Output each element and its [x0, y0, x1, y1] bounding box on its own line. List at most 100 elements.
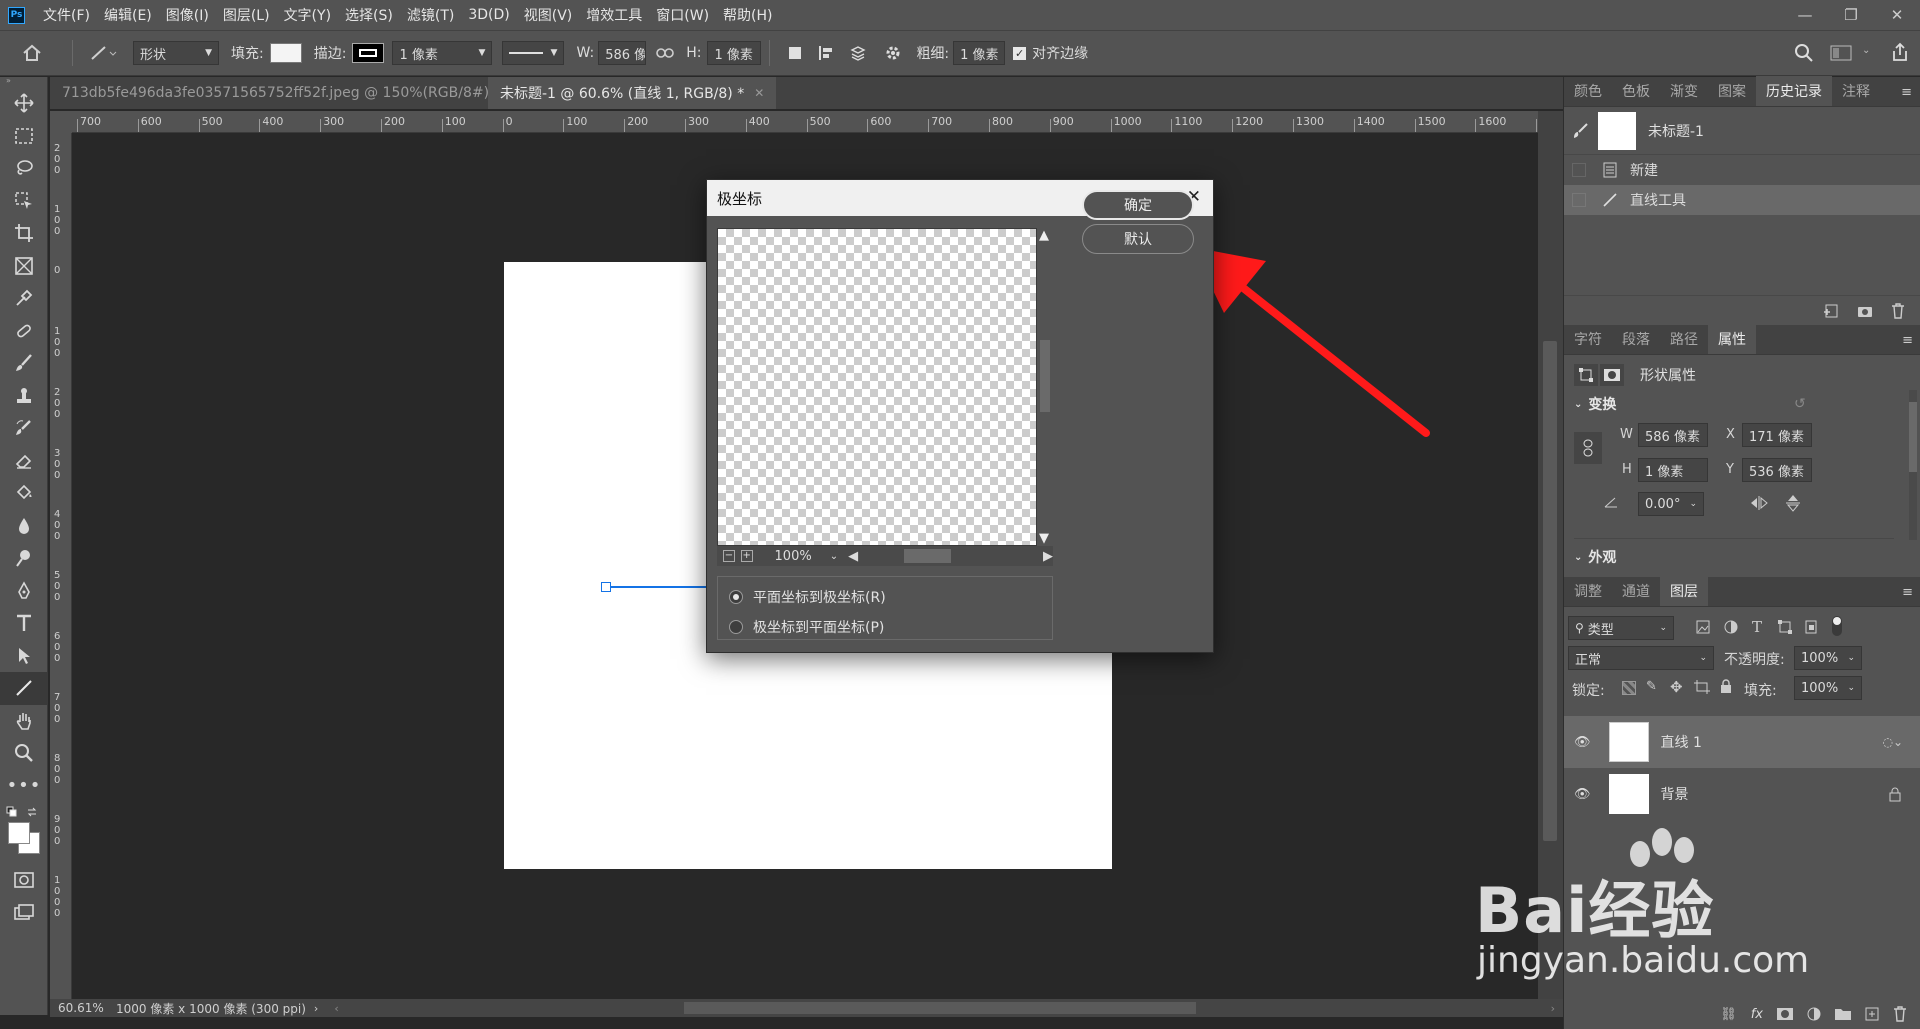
lock-image-icon[interactable]: ✎ — [1646, 679, 1657, 694]
menu-help[interactable]: 帮助(H) — [723, 5, 772, 25]
layer-fill-field[interactable]: 100% ⌄ — [1794, 676, 1862, 700]
dodge-tool-icon[interactable] — [0, 542, 48, 575]
tab-adjustments[interactable]: 调整 — [1564, 576, 1612, 606]
close-tab-icon[interactable]: ✕ — [754, 86, 764, 100]
panel-menu-icon[interactable]: ≡ — [1902, 333, 1913, 348]
zoom-level[interactable]: 60.61% — [58, 1001, 110, 1015]
scroll-up-icon[interactable]: ▲ — [1039, 228, 1049, 243]
properties-scrollbar[interactable] — [1909, 390, 1917, 540]
preview-vscrollbar[interactable]: ▲ ▼ — [1037, 228, 1053, 546]
minimize-icon[interactable]: — — [1782, 0, 1828, 30]
prop-width-field[interactable]: 586 像素 — [1638, 423, 1708, 447]
restore-icon[interactable]: ❐ — [1828, 0, 1874, 30]
filter-adjustment-icon[interactable] — [1724, 620, 1738, 634]
chevron-right-icon[interactable]: › — [314, 1002, 318, 1015]
link-dimensions-icon[interactable] — [1574, 432, 1602, 464]
option-polar-to-rect[interactable]: 极坐标到平面坐标(P) — [729, 617, 884, 637]
blend-mode-select[interactable]: 正常 ⌄ — [1568, 646, 1714, 670]
tab-jpeg-document[interactable]: 713db5fe496da3fe03571565752ff52f.jpeg @ … — [50, 77, 509, 109]
history-snapshot[interactable]: 未标题-1 — [1564, 107, 1920, 155]
filter-type-icon[interactable]: T — [1752, 618, 1762, 636]
history-checkbox[interactable] — [1572, 193, 1586, 207]
foreground-color-swatch[interactable] — [8, 822, 30, 844]
layer-row-line-1[interactable]: 👁 直线 1 ◌⌄ — [1564, 716, 1920, 768]
fill-swatch[interactable] — [269, 43, 302, 63]
eyedropper-tool-icon[interactable] — [0, 282, 48, 315]
history-item-new[interactable]: 新建 — [1564, 155, 1920, 185]
scroll-right-icon[interactable]: › — [1551, 1002, 1555, 1015]
paint-bucket-tool-icon[interactable] — [0, 477, 48, 510]
tab-notes[interactable]: 注释 — [1832, 76, 1880, 106]
layer-effects-icon[interactable]: ◌⌄ — [1882, 735, 1903, 749]
menu-3d[interactable]: 3D(D) — [468, 7, 509, 23]
link-icon[interactable] — [656, 47, 674, 59]
tab-channels[interactable]: 通道 — [1612, 576, 1660, 606]
tab-properties[interactable]: 属性 — [1708, 324, 1756, 354]
new-group-icon[interactable] — [1835, 1008, 1851, 1020]
close-window-icon[interactable]: ✕ — [1874, 0, 1920, 30]
search-icon[interactable] — [1794, 43, 1814, 63]
tab-untitled-1[interactable]: 未标题-1 @ 60.6% (直线 1, RGB/8) * ✕ — [488, 77, 777, 109]
scroll-thumb[interactable] — [1040, 340, 1050, 412]
zoom-out-icon[interactable]: − — [723, 550, 735, 562]
history-brush-tool-icon[interactable] — [0, 412, 48, 445]
tab-gradients[interactable]: 渐变 — [1660, 76, 1708, 106]
stroke-swatch[interactable] — [352, 43, 385, 63]
menu-plugins[interactable]: 增效工具 — [586, 5, 642, 25]
new-document-from-state-icon[interactable] — [1823, 303, 1839, 319]
align-edges-checkbox[interactable]: ✓ — [1013, 46, 1027, 60]
filter-shape-icon[interactable] — [1778, 620, 1792, 634]
tab-history[interactable]: 历史记录 — [1756, 76, 1832, 106]
gear-icon[interactable] — [884, 44, 902, 62]
more-tools-icon[interactable]: ••• — [0, 770, 48, 803]
marquee-tool-icon[interactable] — [0, 120, 48, 153]
new-layer-icon[interactable] — [1865, 1007, 1879, 1021]
brush-tool-icon[interactable] — [0, 347, 48, 380]
scroll-left-icon[interactable]: ◀ — [848, 549, 858, 564]
tab-layers[interactable]: 图层 — [1660, 576, 1708, 606]
document-info[interactable]: 1000 像素 x 1000 像素 (300 ppi) — [116, 1000, 306, 1017]
trash-icon[interactable] — [1893, 1006, 1907, 1022]
history-checkbox[interactable] — [1572, 163, 1586, 177]
menu-filter[interactable]: 滤镜(T) — [407, 5, 454, 25]
eye-icon[interactable]: 👁 — [1574, 787, 1591, 802]
filter-toggle-icon[interactable] — [1832, 616, 1842, 636]
ok-button[interactable]: 确定 — [1082, 190, 1194, 220]
menu-layer[interactable]: 图层(L) — [223, 5, 270, 25]
zoom-in-icon[interactable]: + — [740, 550, 753, 562]
width-field[interactable]: 586 像素 — [598, 41, 647, 65]
reset-transform-icon[interactable]: ↺ — [1794, 396, 1806, 412]
vertical-ruler[interactable]: 2 0 0 1 0 0 0 1 0 0 2 0 0 3 0 0 4 0 0 5 0 0 6 0 … — [50, 133, 72, 999]
tab-color[interactable]: 颜色 — [1564, 76, 1612, 106]
weight-field[interactable]: 1 像素 — [953, 41, 1006, 65]
home-icon[interactable] — [22, 44, 42, 62]
panel-menu-icon[interactable]: ≡ — [1902, 585, 1913, 600]
menu-edit[interactable]: 编辑(E) — [104, 5, 152, 25]
layer-style-icon[interactable]: fx — [1751, 1007, 1763, 1022]
lock-transparent-icon[interactable] — [1622, 681, 1636, 695]
stroke-width-field[interactable]: 1 像素 ▼ — [392, 41, 493, 65]
lock-artboard-icon[interactable] — [1694, 680, 1710, 694]
add-mask-icon[interactable] — [1777, 1008, 1793, 1020]
prop-y-field[interactable]: 536 像素 — [1742, 458, 1812, 482]
collapse-toolbar-icon[interactable]: » — [0, 77, 47, 87]
prop-height-field[interactable]: 1 像素 — [1638, 458, 1708, 482]
healing-brush-tool-icon[interactable] — [0, 315, 48, 348]
radio-rect-to-polar[interactable] — [729, 590, 743, 604]
blur-tool-icon[interactable] — [0, 510, 48, 543]
path-operations-icon[interactable] — [786, 44, 804, 62]
canvas-hscroll-thumb[interactable] — [684, 1002, 1196, 1014]
panel-menu-icon[interactable]: ≡ — [1901, 85, 1912, 100]
tab-paths[interactable]: 路径 — [1660, 324, 1708, 354]
tab-character[interactable]: 字符 — [1564, 324, 1612, 354]
path-selection-tool-icon[interactable] — [0, 640, 48, 673]
filter-smart-object-icon[interactable] — [1804, 619, 1818, 635]
chevron-down-icon[interactable]: ⌄ — [1862, 45, 1870, 56]
path-arrangement-icon[interactable] — [848, 44, 868, 62]
menu-window[interactable]: 窗口(W) — [656, 5, 709, 25]
tab-patterns[interactable]: 图案 — [1708, 76, 1756, 106]
eye-icon[interactable]: 👁 — [1574, 735, 1591, 750]
chevron-down-icon[interactable]: ⌄ — [830, 551, 838, 562]
hand-tool-icon[interactable] — [0, 705, 48, 738]
share-icon[interactable] — [1890, 42, 1910, 62]
